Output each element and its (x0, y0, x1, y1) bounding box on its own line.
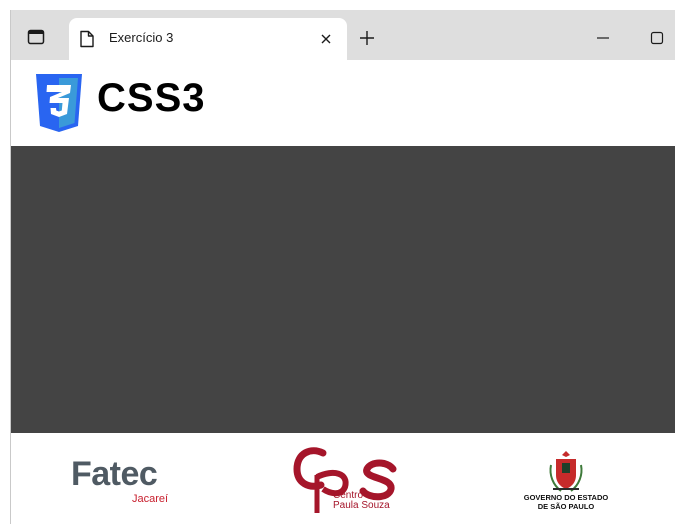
tab-title: Exercício 3 (109, 30, 174, 45)
tab-exercicio-3[interactable]: Exercício 3 (69, 18, 347, 60)
maximize-button[interactable] (643, 24, 671, 52)
site-footer: Fatec Jacareí Centro Paula Souza GOVERNO… (11, 433, 675, 524)
coat-of-arms-icon (549, 451, 583, 492)
cps-logo: Centro Paula Souza (293, 447, 403, 517)
tab-strip: Exercício 3 (11, 10, 675, 60)
browser-window: Exercício 3 CSS3 Fatec Jacareí Centro Pa… (11, 10, 675, 524)
fatec-logo: Fatec Jacareí (71, 455, 181, 505)
fatec-subtitle: Jacareí (132, 493, 169, 505)
tab-actions-button[interactable] (22, 23, 50, 51)
close-icon (321, 34, 331, 44)
maximize-icon (650, 31, 664, 45)
new-tab-button[interactable] (353, 24, 381, 52)
css3-shield-icon (36, 74, 82, 132)
gov-line-2: DE SÃO PAULO (537, 502, 595, 511)
page-viewport: CSS3 Fatec Jacareí Centro Paula Souza GO… (11, 60, 675, 524)
minimize-icon (597, 37, 609, 39)
tab-close-button[interactable] (315, 28, 337, 50)
cps-line-2: Paula Souza (333, 500, 390, 511)
content-area (11, 146, 675, 433)
gov-sp-name: GOVERNO DO ESTADO DE SÃO PAULO (511, 493, 621, 511)
gov-sp-logo: GOVERNO DO ESTADO DE SÃO PAULO (511, 449, 621, 515)
tab-actions-icon (27, 29, 45, 45)
page-title: CSS3 (97, 76, 206, 120)
fatec-name: Fatec (71, 455, 158, 493)
site-header: CSS3 (11, 60, 675, 146)
plus-icon (360, 31, 374, 45)
cps-name: Centro Paula Souza (333, 491, 390, 511)
page-icon (80, 30, 94, 48)
gov-line-1: GOVERNO DO ESTADO (523, 493, 609, 502)
minimize-button[interactable] (589, 24, 617, 52)
